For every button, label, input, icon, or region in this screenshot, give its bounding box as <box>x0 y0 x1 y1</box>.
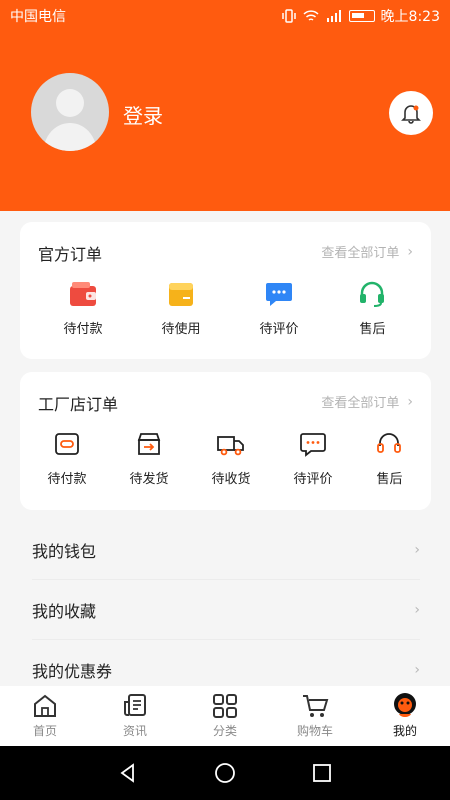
menu-item-wallet[interactable]: 我的钱包 › <box>32 520 420 580</box>
item-label: 售后 <box>376 472 403 487</box>
chevron-right-icon: › <box>407 393 413 410</box>
tab-cart[interactable]: 购物车 <box>270 686 360 746</box>
view-all-label: 查看全部订单 <box>321 396 400 411</box>
item-label: 待付款 <box>47 472 87 487</box>
wallet-outline-icon <box>55 433 79 455</box>
tab-news[interactable]: 资讯 <box>90 686 180 746</box>
login-link[interactable]: 登录 <box>123 100 163 129</box>
tab-label: 首页 <box>32 724 57 738</box>
news-icon <box>124 694 146 716</box>
bottom-tab-bar: 首页 资讯 分类 购物车 我的 <box>0 686 450 746</box>
item-label: 待发货 <box>129 472 169 487</box>
factory-pending-payment[interactable]: 待付款 <box>47 430 87 487</box>
chevron-right-icon: › <box>407 243 413 260</box>
menu-item-label: 我的收藏 <box>32 601 97 621</box>
notification-button[interactable] <box>389 91 433 135</box>
menu-item-favorites[interactable]: 我的收藏 › <box>32 580 420 640</box>
tab-profile[interactable]: 我的 <box>360 686 450 746</box>
menu-item-label: 我的钱包 <box>32 541 97 561</box>
carrier-label: 中国电信 <box>10 9 66 25</box>
home-icon <box>34 694 56 717</box>
tab-label: 资讯 <box>122 724 147 738</box>
tab-label: 我的 <box>392 724 417 738</box>
box-arrow-icon <box>137 433 161 455</box>
headset-icon <box>360 281 385 307</box>
headset-outline-icon <box>377 433 402 453</box>
account-menu: 我的钱包 › 我的收藏 › 我的优惠券 › <box>0 520 450 690</box>
status-bar: 中国电信 晚上8:23 <box>0 0 450 32</box>
official-orders-view-all[interactable]: 查看全部订单 › <box>321 242 413 262</box>
item-label: 待收货 <box>211 472 251 487</box>
menu-item-label: 我的优惠券 <box>32 662 113 681</box>
back-icon[interactable] <box>117 762 139 784</box>
chat-icon <box>265 283 292 306</box>
avatar[interactable] <box>31 73 109 151</box>
view-all-label: 查看全部订单 <box>321 246 400 261</box>
tab-category[interactable]: 分类 <box>180 686 270 746</box>
cart-icon <box>303 695 329 717</box>
factory-orders-card: 工厂店订单 查看全部订单 › 待付款 待发货 待收货 待评价 售后 <box>20 372 431 510</box>
factory-to-review[interactable]: 待评价 <box>293 430 333 487</box>
profile-icon <box>394 693 416 717</box>
factory-orders-row: 待付款 待发货 待收货 待评价 售后 <box>20 430 431 487</box>
tab-label: 购物车 <box>296 724 333 738</box>
factory-after-sales[interactable]: 售后 <box>375 430 403 487</box>
chevron-right-icon: › <box>414 601 420 618</box>
battery-icon <box>348 10 375 22</box>
item-label: 待使用 <box>161 322 201 337</box>
signal-icon <box>326 10 341 22</box>
official-to-use[interactable]: 待使用 <box>161 280 201 337</box>
official-pending-payment[interactable]: 待付款 <box>63 280 103 337</box>
package-icon <box>168 283 193 306</box>
home-circle-icon[interactable] <box>214 762 236 784</box>
chevron-right-icon: › <box>414 662 420 678</box>
item-label: 待评价 <box>259 322 299 337</box>
chat-outline-icon <box>300 433 326 457</box>
official-orders-row: 待付款 待使用 待评价 售后 <box>20 280 431 337</box>
official-to-review[interactable]: 待评价 <box>259 280 299 337</box>
recents-square-icon[interactable] <box>311 762 333 784</box>
system-nav-bar <box>0 746 450 800</box>
tab-home[interactable]: 首页 <box>0 686 90 746</box>
factory-orders-view-all[interactable]: 查看全部订单 › <box>321 392 413 412</box>
factory-orders-title: 工厂店订单 <box>38 395 119 414</box>
default-avatar-icon <box>43 89 97 151</box>
item-label: 售后 <box>359 322 386 337</box>
grid-icon <box>213 694 237 718</box>
official-orders-card: 官方订单 查看全部订单 › 待付款 待使用 待评价 售后 <box>20 222 431 359</box>
bell-icon <box>401 105 421 124</box>
item-label: 待付款 <box>63 322 103 337</box>
item-label: 待评价 <box>293 472 333 487</box>
status-icons: 晚上8:23 <box>281 6 440 26</box>
factory-to-ship[interactable]: 待发货 <box>129 430 169 487</box>
truck-icon <box>217 436 244 456</box>
official-after-sales[interactable]: 售后 <box>357 280 387 337</box>
clock-label: 晚上8:23 <box>380 9 440 25</box>
vibrate-icon <box>281 9 296 23</box>
chevron-right-icon: › <box>414 541 420 558</box>
wifi-icon <box>303 10 319 21</box>
wallet-icon <box>69 282 96 306</box>
factory-to-receive[interactable]: 待收货 <box>211 430 251 487</box>
tab-label: 分类 <box>212 724 237 738</box>
official-orders-title: 官方订单 <box>38 245 103 264</box>
